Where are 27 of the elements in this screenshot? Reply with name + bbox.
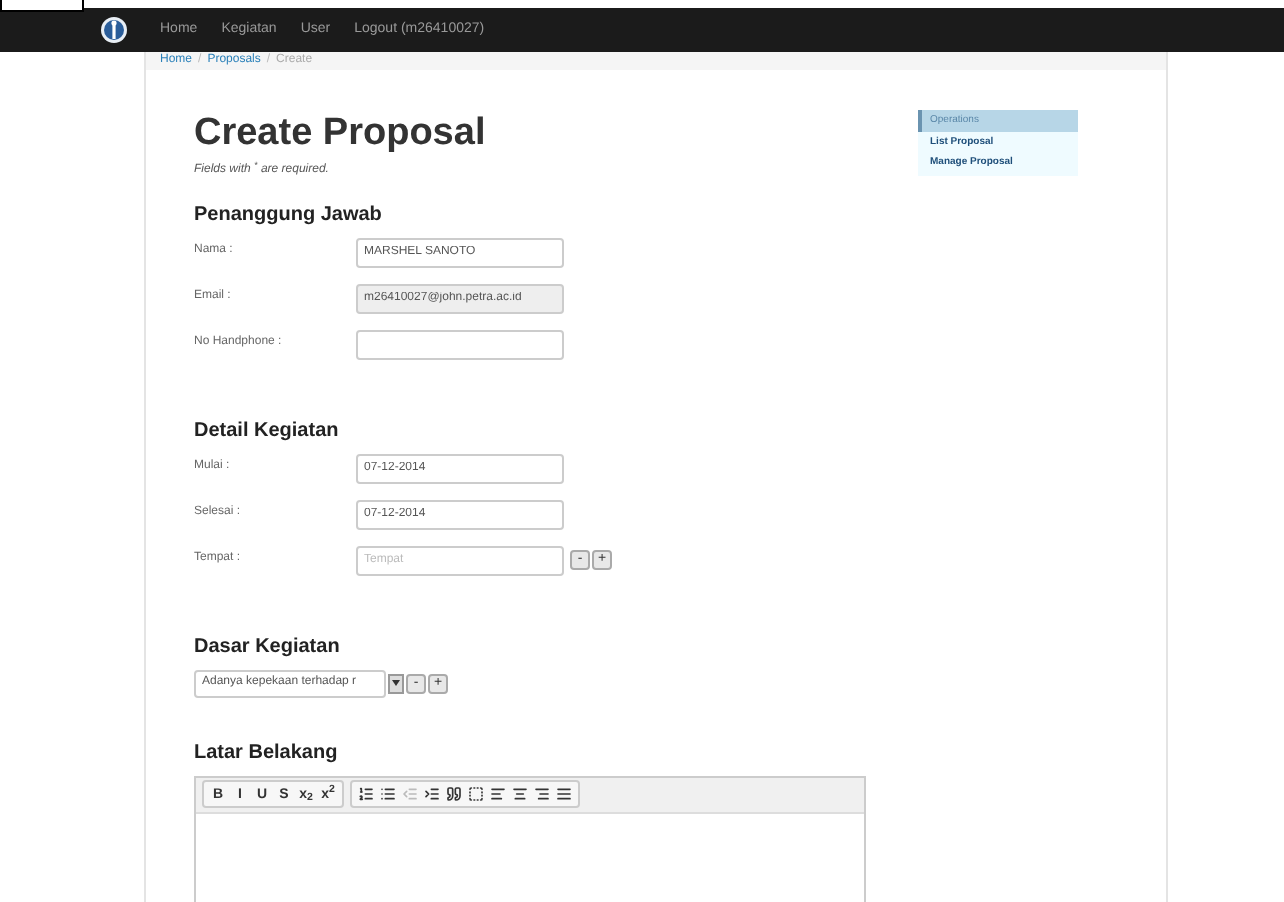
indent-icon — [424, 786, 440, 803]
quote-icon — [446, 786, 462, 803]
align-left-icon — [490, 786, 506, 803]
section-heading: Dasar Kegiatan — [194, 633, 342, 662]
outdent-icon — [402, 786, 418, 803]
logo-icon — [100, 16, 128, 44]
caret-icon — [392, 680, 400, 687]
numbered-list-button[interactable] — [356, 784, 376, 805]
input-field[interactable] — [356, 329, 564, 360]
dropdown-button[interactable] — [388, 673, 404, 694]
section-heading: Latar Belakang — [194, 739, 340, 768]
section-heading: Detail Kegiatan — [194, 417, 341, 446]
align-center-icon — [512, 786, 528, 803]
block-button[interactable] — [466, 784, 486, 805]
numbered-list-icon — [358, 786, 374, 803]
align-justify-icon — [556, 786, 572, 803]
align-center-button[interactable] — [510, 784, 530, 805]
bullet-list-icon — [380, 786, 396, 803]
align-justify-button[interactable] — [554, 784, 574, 805]
block-icon — [468, 786, 484, 803]
align-left-button[interactable] — [488, 784, 508, 805]
section-heading: Penanggung Jawab — [194, 201, 384, 230]
page-title: Create Proposal — [194, 110, 488, 158]
align-right-icon — [534, 786, 550, 803]
quote-button[interactable] — [444, 784, 464, 805]
align-right-button[interactable] — [532, 784, 552, 805]
indent-button[interactable] — [422, 784, 442, 805]
